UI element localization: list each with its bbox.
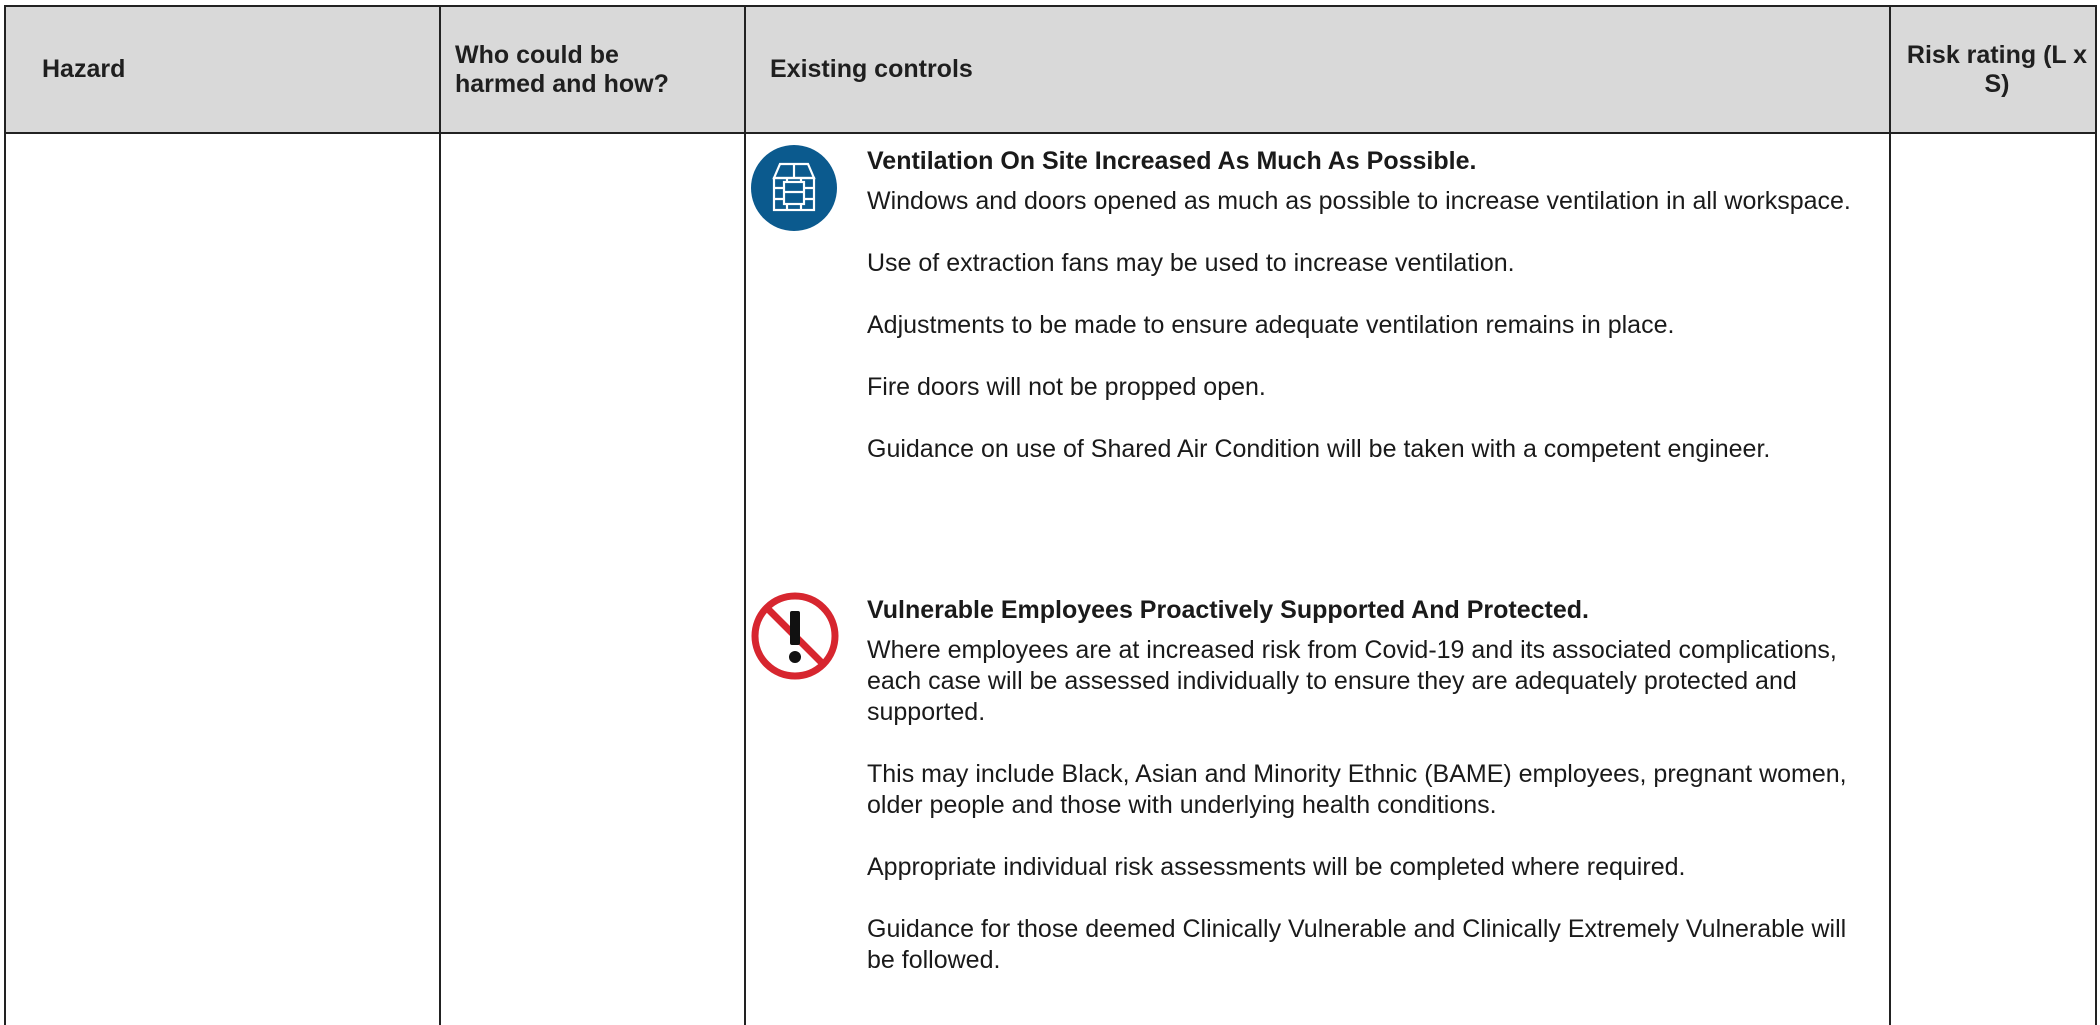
column-divider [1889, 7, 1891, 1025]
section-title: Ventilation On Site Increased As Much As… [867, 147, 1477, 175]
control-paragraph: This may include Black, Asian and Minori… [867, 760, 1847, 819]
section-text: Vulnerable Employees Proactively Support… [867, 595, 1877, 976]
control-paragraph: Adjustments to be made to ensure adequat… [867, 311, 1675, 339]
header-hazard: Hazard [42, 55, 126, 83]
table-header-row: Hazard Who could be harmed and how? Exis… [6, 7, 2095, 134]
control-paragraph: Guidance for those deemed Clinically Vul… [867, 915, 1847, 974]
header-existing-controls: Existing controls [770, 55, 973, 83]
control-paragraph: Appropriate individual risk assessments … [867, 853, 1686, 881]
section-title: Vulnerable Employees Proactively Support… [867, 596, 1589, 624]
header-who-harmed: Who could be harmed and how? [455, 40, 669, 98]
column-divider [439, 7, 441, 1025]
control-paragraph: Guidance on use of Shared Air Condition … [867, 435, 1771, 463]
control-paragraph: Fire doors will not be propped open. [867, 373, 1266, 401]
risk-assessment-table: Hazard Who could be harmed and how? Exis… [4, 5, 2097, 1025]
control-paragraph: Use of extraction fans may be used to in… [867, 249, 1515, 277]
column-divider [744, 7, 746, 1025]
header-risk-rating: Risk rating (L x S) [1906, 40, 2088, 98]
control-paragraph: Windows and doors opened as much as poss… [867, 187, 1851, 215]
control-paragraph: Where employees are at increased risk fr… [867, 636, 1837, 726]
prohibition-warning-icon [750, 591, 840, 686]
section-text: Ventilation On Site Increased As Much As… [867, 146, 1877, 465]
ventilation-icon [750, 144, 838, 237]
